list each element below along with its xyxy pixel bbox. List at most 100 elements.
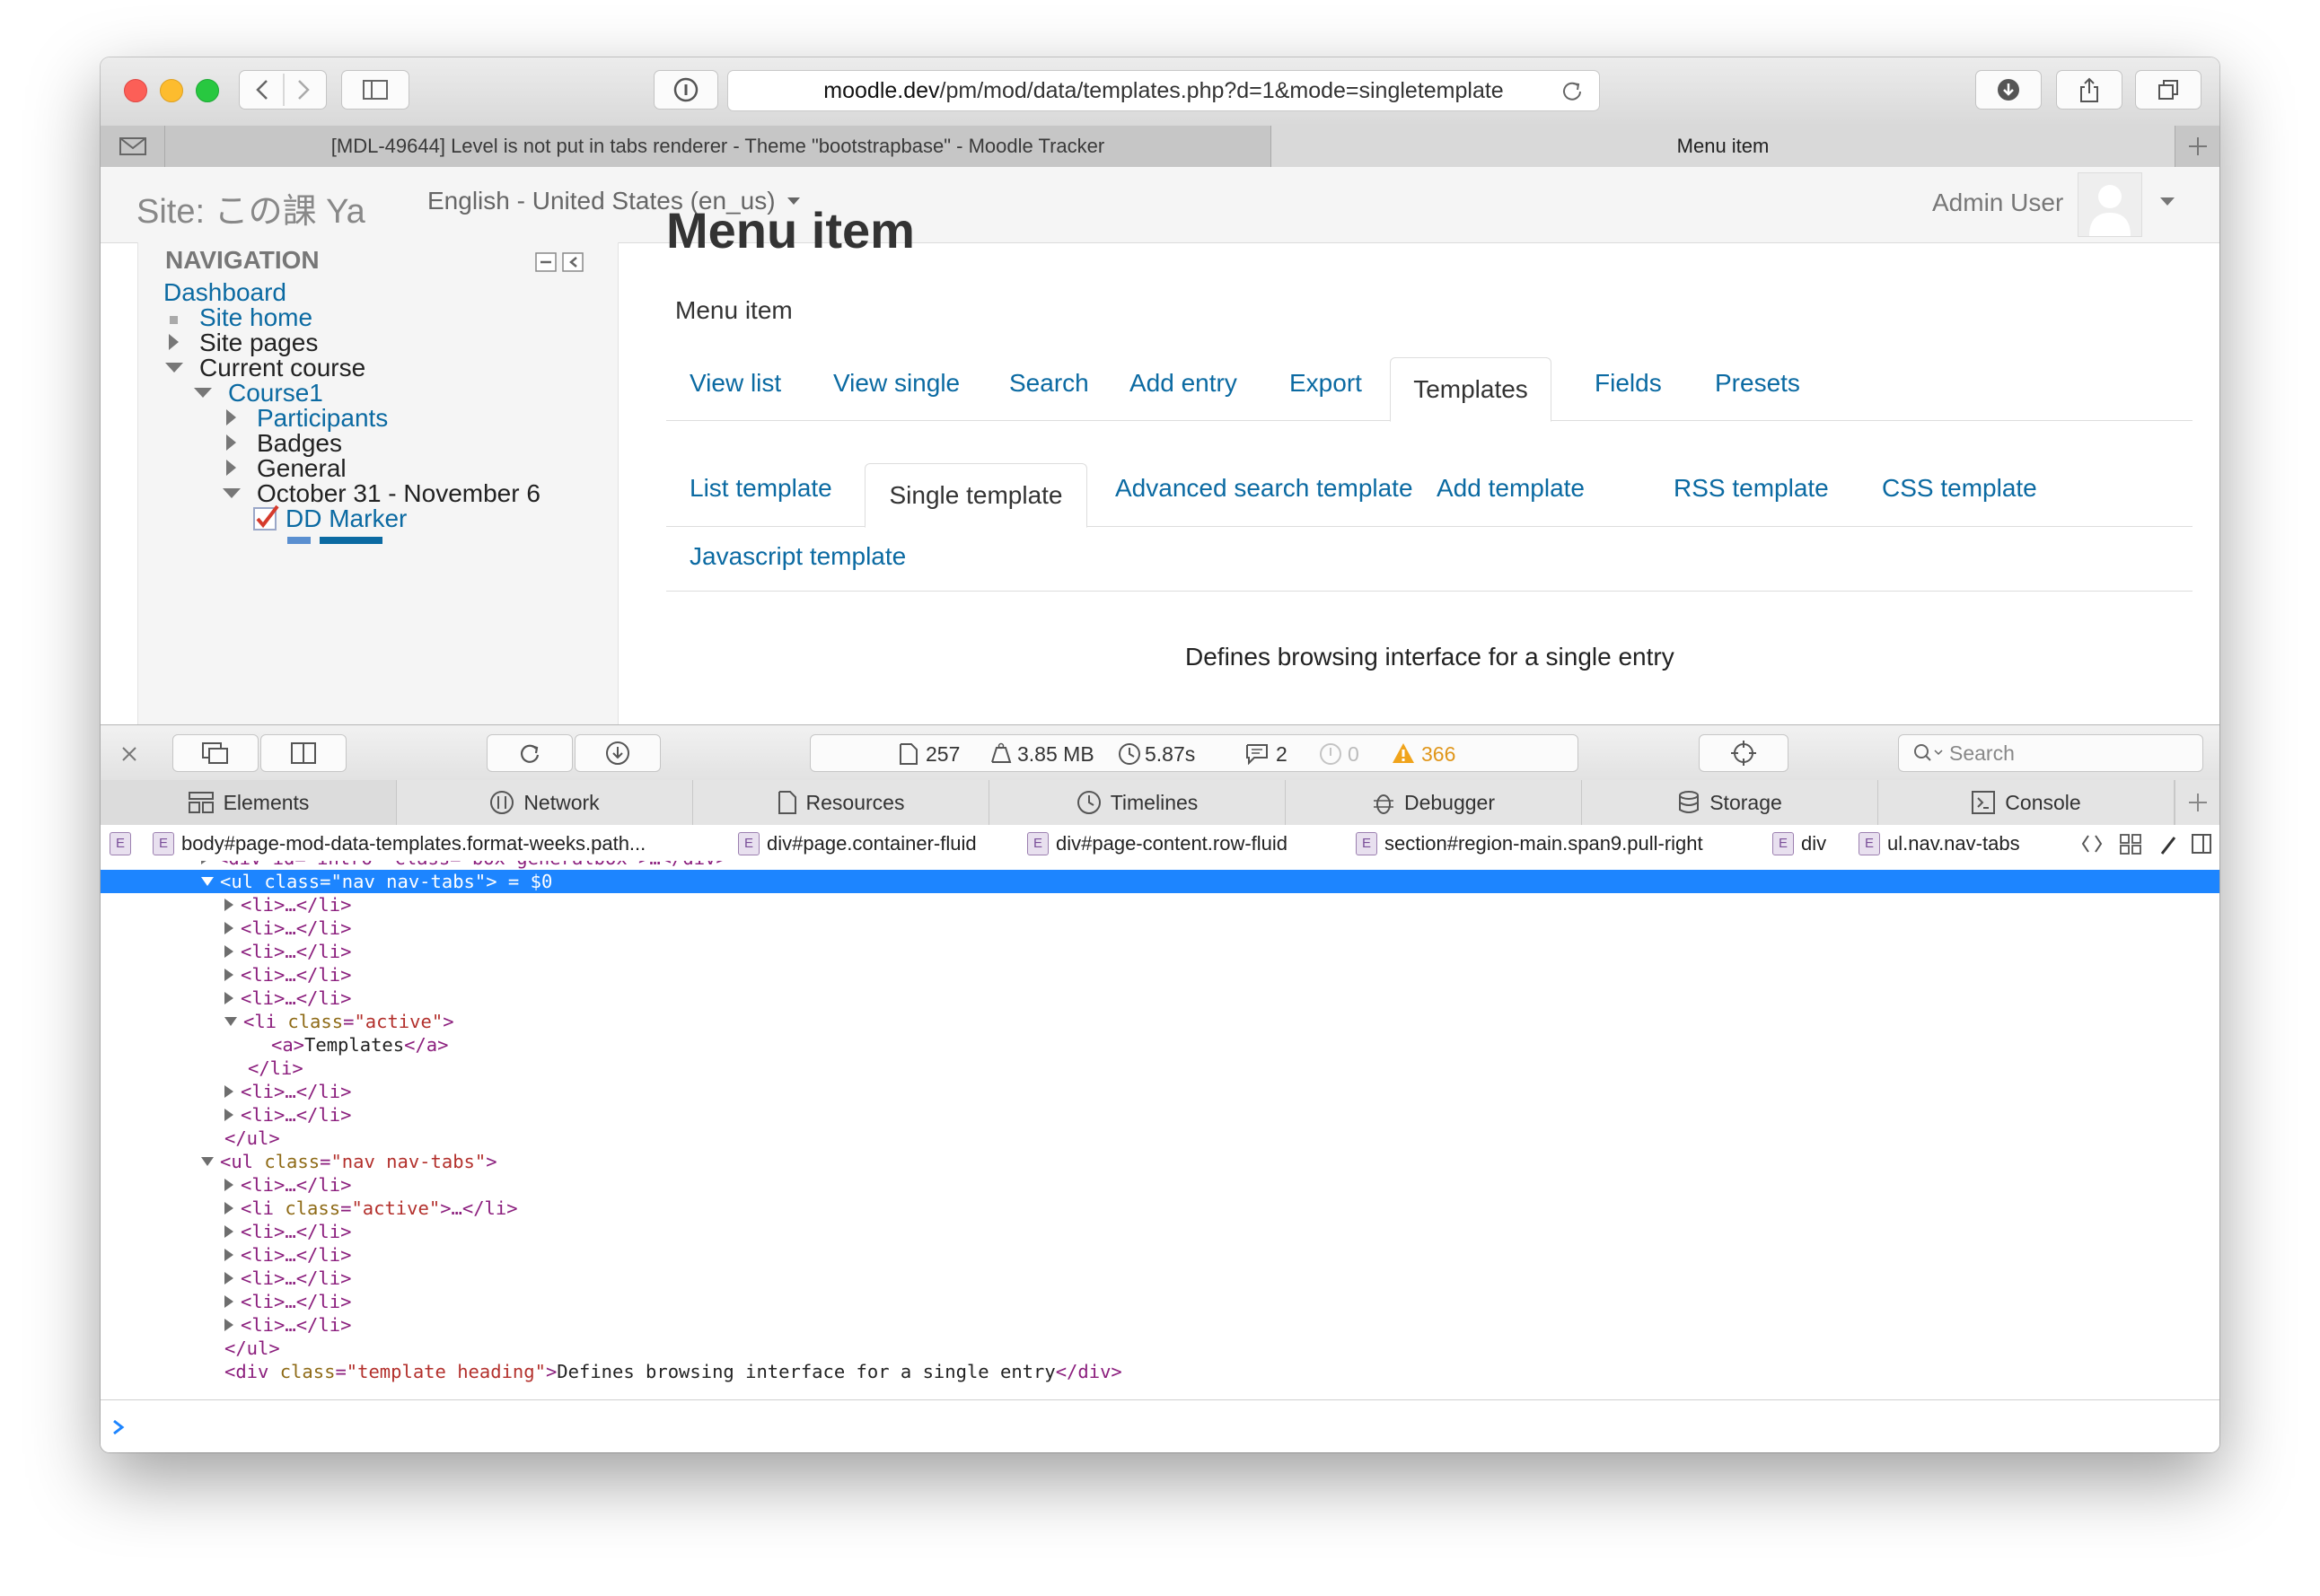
tab-debugger[interactable]: Debugger (1286, 780, 1582, 825)
dom-node-li[interactable]: <li>…</li> (224, 1220, 351, 1243)
close-inspector-icon[interactable] (120, 745, 138, 763)
dom-node-li[interactable]: <li>…</li> (224, 893, 351, 916)
dom-node-li[interactable]: <li>…</li> (224, 916, 351, 940)
dom-node-li[interactable]: <li>…</li> (224, 963, 351, 987)
reload-icon[interactable] (1560, 78, 1585, 103)
block-controls-icon[interactable] (535, 251, 585, 273)
reload-page-button[interactable] (487, 734, 573, 772)
inspector-search-field[interactable]: Search (1898, 734, 2203, 772)
browser-tab-menu-item[interactable]: Menu item (1271, 126, 2175, 167)
dom-node-ul-close[interactable]: </ul> (224, 1127, 280, 1150)
zoom-window-button[interactable] (196, 79, 219, 102)
dom-node-li-active[interactable]: <li class="active">…</li> (224, 1197, 518, 1220)
new-inspector-tab-button[interactable] (2175, 780, 2219, 825)
browser-window: moodle.dev/pm/mod/data/templates.php?d=1… (101, 57, 2219, 1452)
subtab-advanced-search-template[interactable]: Advanced search template (1115, 474, 1413, 503)
breadcrumb-div[interactable]: E div (1772, 832, 1826, 855)
expand-icon[interactable] (226, 434, 236, 451)
dom-node-li[interactable]: <li>…</li> (224, 1290, 351, 1313)
share-button[interactable] (2056, 70, 2122, 110)
collapse-icon[interactable] (223, 488, 241, 498)
tab-elements[interactable]: Elements (101, 780, 397, 825)
breadcrumb-region-main[interactable]: E section#region-main.span9.pull-right (1356, 832, 1703, 855)
dom-text: <li>…</li> (241, 894, 352, 916)
inspect-element-button[interactable] (1699, 734, 1788, 772)
tab-view-single[interactable]: View single (833, 369, 960, 398)
tab-timelines[interactable]: Timelines (989, 780, 1286, 825)
element-view-controls[interactable] (2081, 832, 2216, 855)
subtab-list-template[interactable]: List template (690, 474, 832, 503)
warning-count: 366 (1421, 742, 1456, 766)
minimize-window-button[interactable] (160, 79, 183, 102)
breadcrumb-ul[interactable]: E ul.nav.nav-tabs (1859, 832, 2020, 855)
expand-icon[interactable] (169, 334, 179, 350)
collapse-icon[interactable] (194, 388, 212, 398)
tab-fields[interactable]: Fields (1595, 369, 1662, 398)
subtab-javascript-template[interactable]: Javascript template (690, 542, 906, 571)
activity-summary[interactable]: 257 3.85 MB 5.87s 2 0 366 (810, 734, 1578, 772)
dom-node-selected-ul[interactable]: <ul class="nav nav-tabs"> = $0 (201, 870, 552, 893)
site-info-button[interactable] (654, 70, 718, 110)
new-tab-button[interactable] (2175, 126, 2219, 167)
dom-node-li-close[interactable]: </li> (248, 1057, 303, 1080)
dom-node-li[interactable]: <li>…</li> (224, 987, 351, 1010)
detach-inspector-button[interactable] (172, 734, 259, 772)
site-name[interactable]: Site: この課 Ya (136, 183, 365, 232)
sidebar-toggle-button[interactable] (341, 70, 409, 110)
subtab-rss-template[interactable]: RSS template (1674, 474, 1829, 503)
pinned-tab[interactable] (101, 126, 165, 167)
address-bar[interactable]: moodle.dev/pm/mod/data/templates.php?d=1… (727, 70, 1600, 111)
element-badge-icon: E (738, 832, 760, 855)
dom-node-li[interactable]: <li>…</li> (224, 1080, 351, 1103)
dom-node-li[interactable]: <li>…</li> (224, 1313, 351, 1337)
collapse-icon[interactable] (165, 363, 183, 373)
dom-node-a[interactable]: <a>Templates</a> (271, 1033, 449, 1057)
user-menu-caret-icon[interactable] (2160, 197, 2175, 206)
expand-icon[interactable] (226, 409, 236, 425)
mail-icon (119, 137, 146, 155)
tab-templates[interactable]: Templates (1390, 357, 1551, 422)
browser-tab-tracker[interactable]: [MDL-49644] Level is not put in tabs ren… (165, 126, 1271, 167)
tab-presets[interactable]: Presets (1715, 369, 1800, 398)
page-title: Menu item (666, 202, 915, 259)
brush-icon (2160, 837, 2176, 855)
dom-node-ul[interactable]: <ul class="nav nav-tabs"> (201, 1150, 497, 1173)
tab-resources[interactable]: Resources (693, 780, 989, 825)
console-prompt[interactable] (101, 1399, 2219, 1452)
dom-node-template-heading[interactable]: <div class="template heading">Defines br… (224, 1360, 1122, 1383)
breadcrumb-page[interactable]: E div#page.container-fluid (738, 832, 977, 855)
dom-node-li[interactable]: <li>…</li> (224, 1267, 351, 1290)
back-forward-buttons[interactable] (239, 70, 327, 110)
subtab-css-template[interactable]: CSS template (1882, 474, 2037, 503)
nav-item-dd-marker[interactable]: DD Marker (286, 504, 407, 533)
avatar[interactable] (2078, 172, 2142, 237)
tab-view-list[interactable]: View list (690, 369, 781, 398)
dom-node-li[interactable]: <li>…</li> (224, 1103, 351, 1127)
tab-network[interactable]: Network (397, 780, 693, 825)
expand-icon[interactable] (226, 460, 236, 476)
downloads-button[interactable] (1975, 70, 2042, 110)
subtab-add-template[interactable]: Add template (1437, 474, 1585, 503)
close-window-button[interactable] (124, 79, 147, 102)
subtab-single-template-label: Single template (889, 481, 1063, 509)
dom-node-ul-close[interactable]: </ul> (224, 1337, 280, 1360)
dom-node-li-active[interactable]: <li class="active"> (224, 1010, 454, 1033)
user-name[interactable]: Admin User (1932, 189, 2063, 217)
tab-console[interactable]: Console (1878, 780, 2175, 825)
download-archive-button[interactable] (575, 734, 661, 772)
breadcrumb-root[interactable]: E (110, 832, 138, 855)
tab-search[interactable]: Search (1009, 369, 1089, 398)
dom-node-li[interactable]: <li>…</li> (224, 1173, 351, 1197)
tab-storage[interactable]: Storage (1582, 780, 1878, 825)
subtab-single-template[interactable]: Single template (865, 463, 1087, 528)
dom-val: "active" (354, 1011, 444, 1032)
dom-node-intro[interactable]: <div id="intro" class="box generalbox">…… (201, 861, 727, 870)
dock-side-button[interactable] (260, 734, 347, 772)
breadcrumb-page-content[interactable]: E div#page-content.row-fluid (1027, 832, 1287, 855)
dom-node-li[interactable]: <li>…</li> (224, 1243, 351, 1267)
tab-export[interactable]: Export (1289, 369, 1362, 398)
breadcrumb-body[interactable]: E body#page-mod-data-templates.format-we… (153, 832, 646, 855)
tabs-overview-button[interactable] (2135, 70, 2201, 110)
tab-add-entry[interactable]: Add entry (1129, 369, 1237, 398)
dom-node-li[interactable]: <li>…</li> (224, 940, 351, 963)
